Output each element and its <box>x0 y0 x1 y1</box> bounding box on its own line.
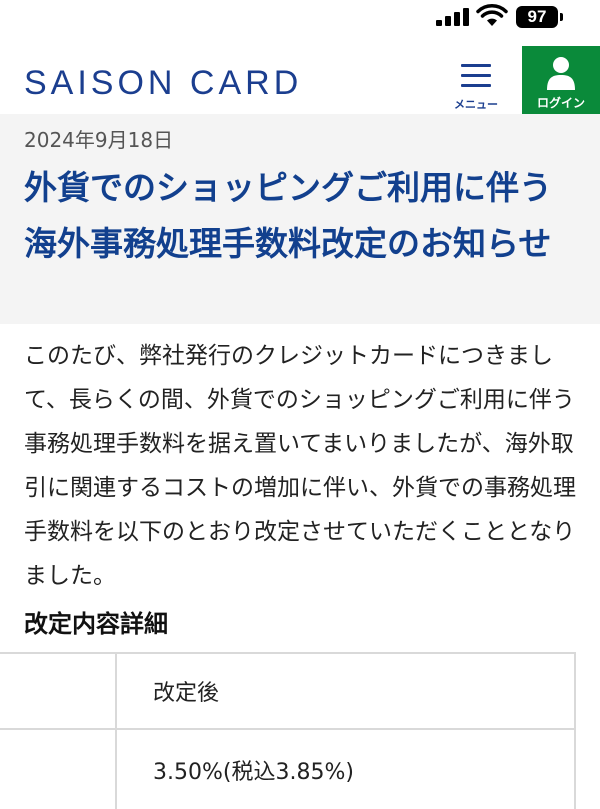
article-date: 2024年9月18日 <box>24 128 174 152</box>
article-body: このたび、弊社発行のクレジットカードにつきまして、長らくの間、外貨でのショッピン… <box>24 343 576 589</box>
table-cell-empty <box>0 652 117 730</box>
wifi-icon <box>476 4 508 28</box>
menu-label: メニュー <box>454 98 498 111</box>
revision-detail-table: 改定後 3.50%(税込3.85%) <box>0 652 576 809</box>
table-header-after: 改定後 <box>115 652 576 730</box>
menu-button[interactable]: メニュー <box>446 64 506 114</box>
table-row: 改定後 <box>0 652 576 730</box>
table-row: 3.50%(税込3.85%) <box>0 728 576 809</box>
site-header: SAISON CARD メニュー ログイン <box>0 36 600 114</box>
table-value-after: 3.50%(税込3.85%) <box>115 728 576 809</box>
login-button[interactable]: ログイン <box>522 46 600 114</box>
battery-level: 97 <box>527 7 547 26</box>
status-bar: 97 <box>0 0 600 36</box>
article-title-section: 2024年9月18日 外貨でのショッピングご利用に伴う海外事務処理手数料改定のお… <box>0 114 600 324</box>
login-label: ログイン <box>536 96 585 110</box>
menu-icon <box>461 64 491 88</box>
table-cell-empty <box>0 728 117 809</box>
battery-icon: 97 <box>516 6 563 28</box>
saison-card-logo[interactable]: SAISON CARD <box>24 64 302 103</box>
user-icon <box>547 57 575 90</box>
section-heading: 改定内容詳細 <box>24 610 168 638</box>
article-title: 外貨でのショッピングご利用に伴う海外事務処理手数料改定のお知らせ <box>24 168 552 263</box>
signal-icon <box>436 8 470 26</box>
